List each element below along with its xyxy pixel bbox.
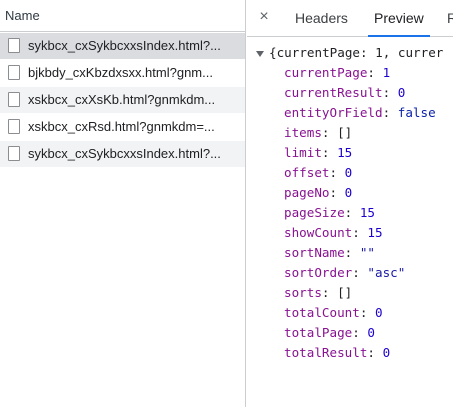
json-value: 0: [382, 345, 391, 360]
request-row[interactable]: sykbcx_cxSykbcxxsIndex.html?...: [0, 33, 245, 59]
json-property-row: showCount: 15: [284, 225, 383, 240]
json-value: 0: [344, 185, 353, 200]
json-value: 0: [397, 85, 406, 100]
json-value: 15: [337, 145, 353, 160]
json-key: offset: [284, 165, 330, 180]
request-name: xskbcx_cxXsKb.html?gnmkdm...: [28, 92, 216, 107]
request-name: bjkbdy_cxKbzdxsxx.html?gnm...: [28, 65, 213, 80]
file-icon: [8, 65, 20, 80]
json-summary: {currentPage: 1, currer: [269, 45, 444, 60]
request-row[interactable]: xskbcx_cxXsKb.html?gnmkdm...: [0, 87, 245, 113]
tab-preview[interactable]: Preview: [368, 0, 430, 37]
json-preview: {currentPage: 1, currer currentPage: 1 cu…: [247, 37, 453, 407]
json-key: items: [284, 125, 322, 140]
json-key: totalPage: [284, 325, 353, 340]
request-list: sykbcx_cxSykbcxxsIndex.html?... bjkbdy_c…: [0, 33, 245, 167]
json-property-row: pageSize: 15: [284, 205, 376, 220]
json-value: 0: [344, 165, 353, 180]
json-key: sortName: [284, 245, 345, 260]
expand-triangle-icon[interactable]: [256, 50, 264, 57]
json-property-row: totalPage: 0: [284, 325, 376, 340]
json-key: limit: [284, 145, 322, 160]
json-key: totalResult: [284, 345, 368, 360]
file-icon: [8, 119, 20, 134]
json-key: sortOrder: [284, 265, 353, 280]
json-value: 1: [382, 65, 391, 80]
request-name: sykbcx_cxSykbcxxsIndex.html?...: [28, 38, 221, 53]
request-detail-panel: × Headers Preview R {currentPage: 1, cur…: [247, 0, 453, 407]
json-value: 0: [375, 305, 383, 320]
json-property-row: entityOrField: false: [284, 105, 436, 120]
json-key: entityOrField: [284, 105, 383, 120]
file-icon: [8, 146, 20, 161]
json-property-row: limit: 15: [284, 145, 353, 160]
request-row[interactable]: bjkbdy_cxKbzdxsxx.html?gnm...: [0, 60, 245, 86]
json-value: "asc": [367, 265, 406, 280]
json-property-row: sortOrder: "asc": [284, 265, 406, 280]
json-key: showCount: [284, 225, 353, 240]
request-row[interactable]: xskbcx_cxRsd.html?gnmkdm=...: [0, 114, 245, 140]
json-key: totalCount: [284, 305, 360, 320]
request-name: xskbcx_cxRsd.html?gnmkdm=...: [28, 119, 215, 134]
json-property-row: sorts: []: [284, 285, 353, 300]
tab-response[interactable]: R: [441, 0, 453, 36]
file-icon: [8, 92, 20, 107]
json-property-row: currentPage: 1: [284, 65, 391, 80]
json-key: pageSize: [284, 205, 345, 220]
json-properties: currentPage: 1 currentResult: 0 entityOrFi…: [284, 63, 436, 363]
json-root-toggle[interactable]: {currentPage: 1, currer: [256, 43, 443, 63]
json-value: 15: [359, 205, 376, 220]
close-icon[interactable]: ×: [257, 9, 271, 25]
json-value: []: [337, 285, 353, 300]
json-property-row: items: []: [284, 125, 353, 140]
json-property-row: sortName: "": [284, 245, 376, 260]
json-property-row: offset: 0: [284, 165, 353, 180]
json-property-row: totalResult: 0: [284, 345, 391, 360]
json-key: currentPage: [284, 65, 368, 80]
json-property-row: pageNo: 0: [284, 185, 353, 200]
request-list-panel: Name sykbcx_cxSykbcxxsIndex.html?... bjk…: [0, 0, 246, 407]
detail-tabbar: × Headers Preview R: [247, 0, 453, 37]
request-name: sykbcx_cxSykbcxxsIndex.html?...: [28, 146, 221, 161]
json-value: 0: [367, 325, 376, 340]
name-column-header[interactable]: Name: [0, 0, 245, 32]
json-property-row: totalCount: 0: [284, 305, 383, 320]
file-icon: [8, 38, 20, 53]
json-key: currentResult: [284, 85, 383, 100]
request-row[interactable]: sykbcx_cxSykbcxxsIndex.html?...: [0, 141, 245, 167]
json-value: []: [337, 125, 353, 140]
tab-headers[interactable]: Headers: [289, 0, 354, 36]
json-key: pageNo: [284, 185, 330, 200]
json-value: "": [359, 245, 376, 260]
json-value: false: [397, 105, 436, 120]
json-key: sorts: [284, 285, 322, 300]
json-value: 15: [367, 225, 383, 240]
json-property-row: currentResult: 0: [284, 85, 406, 100]
